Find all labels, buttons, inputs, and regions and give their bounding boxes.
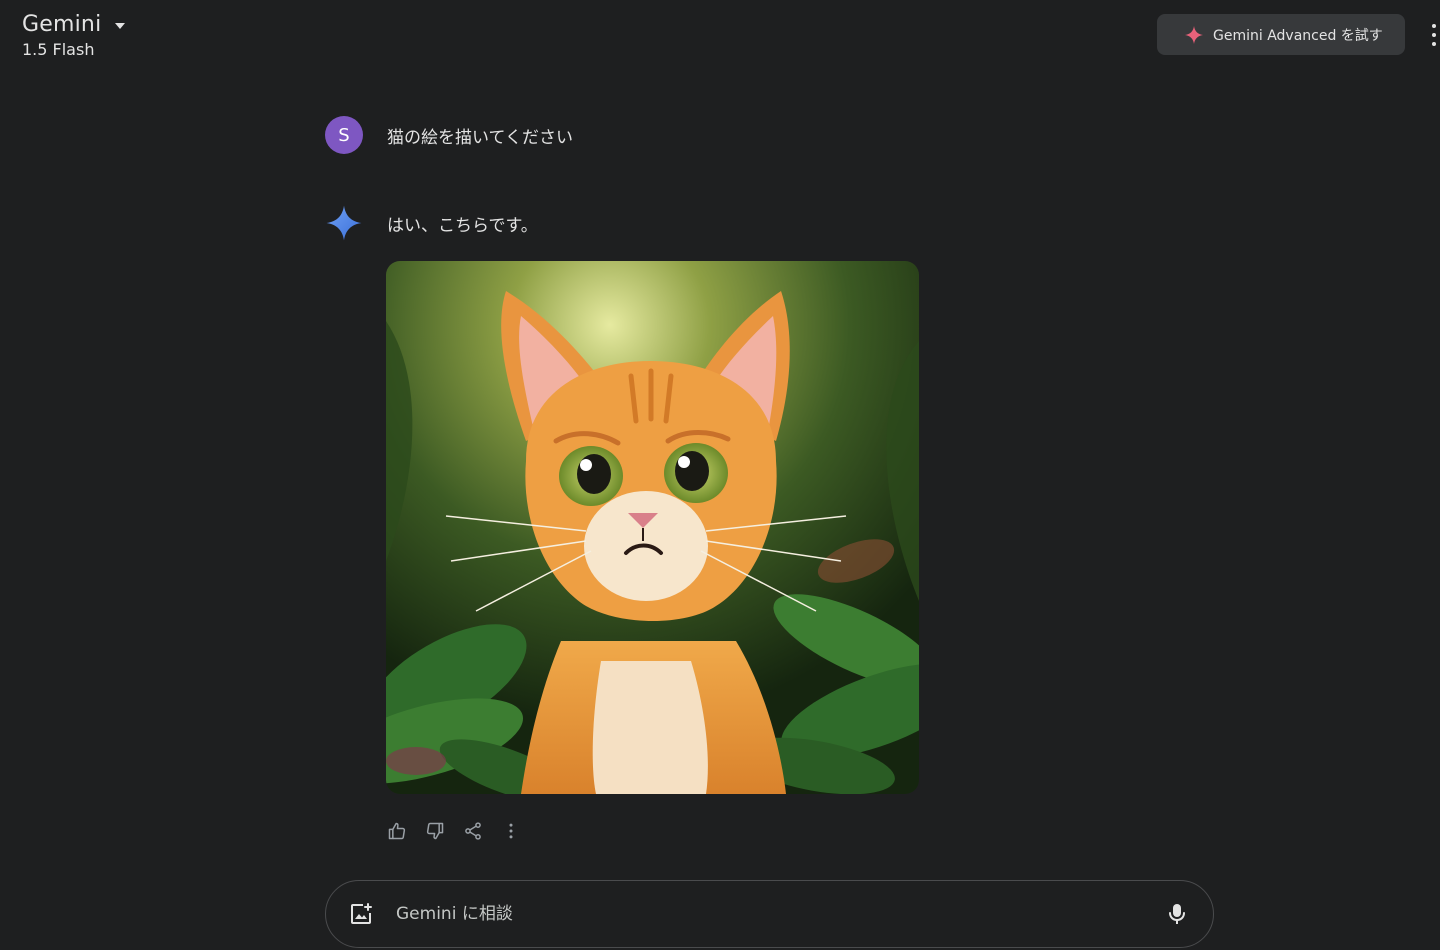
model-message: はい、こちらです。 — [387, 215, 538, 236]
user-message-row: S 猫の絵を描いてください — [325, 116, 573, 154]
model-response-row: はい、こちらです。 — [325, 204, 538, 242]
app-title-row: Gemini — [22, 12, 126, 37]
sparkle-icon — [1185, 25, 1203, 44]
avatar-initial: S — [338, 124, 350, 146]
try-advanced-button[interactable]: Gemini Advanced を試す — [1157, 14, 1405, 55]
thumbs-up-icon[interactable] — [386, 820, 408, 842]
caret-down-icon[interactable] — [115, 23, 126, 29]
gemini-sparkle-icon — [325, 204, 363, 242]
prompt-input[interactable] — [394, 903, 1165, 925]
generated-cat-image[interactable] — [386, 261, 919, 794]
add-image-icon[interactable] — [348, 901, 374, 927]
model-switcher[interactable]: Gemini 1.5 Flash — [22, 12, 126, 59]
user-message: 猫の絵を描いてください — [387, 127, 573, 148]
app-title: Gemini — [22, 12, 102, 37]
model-name: 1.5 Flash — [22, 40, 95, 59]
thumbs-down-icon[interactable] — [424, 820, 446, 842]
share-icon[interactable] — [462, 820, 484, 842]
response-actions — [386, 820, 522, 842]
gemini-app: Gemini 1.5 Flash Gemini Advanced を試す S 猫… — [0, 0, 1440, 950]
prompt-bar — [325, 880, 1214, 948]
microphone-icon[interactable] — [1165, 902, 1189, 926]
more-options-icon[interactable] — [500, 820, 522, 842]
avatar: S — [325, 116, 363, 154]
advanced-button-label: Gemini Advanced を試す — [1213, 27, 1383, 44]
more-menu-icon[interactable] — [1429, 24, 1439, 46]
